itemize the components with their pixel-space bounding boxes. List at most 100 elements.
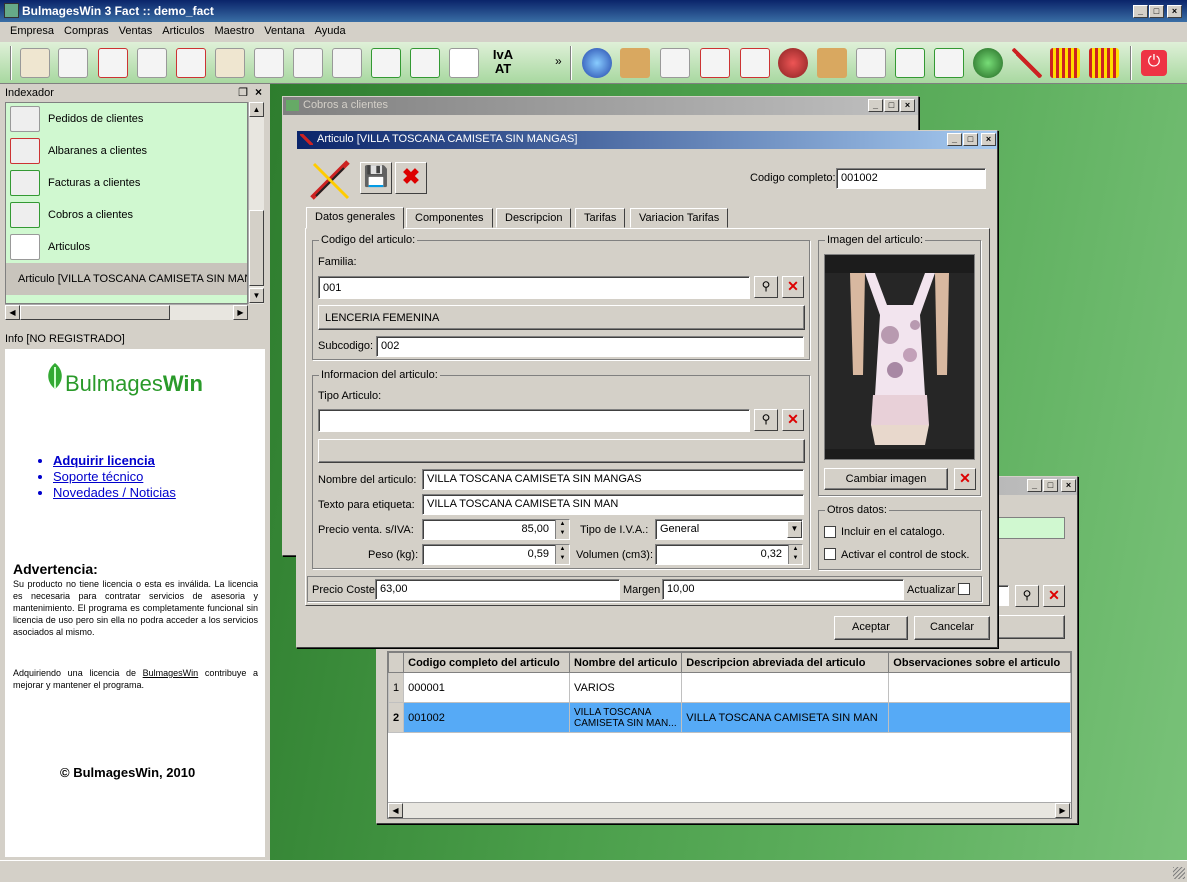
maximize-button[interactable]: □	[963, 133, 978, 146]
maximize-button[interactable]: □	[884, 99, 899, 112]
minimize-button[interactable]: _	[947, 133, 962, 146]
scroll-left-icon[interactable]: ◀	[388, 803, 403, 818]
maximize-button[interactable]: □	[1149, 5, 1164, 18]
tab-componentes[interactable]: Componentes	[406, 208, 493, 228]
tipo-articulo-field[interactable]	[318, 409, 750, 432]
minimize-button[interactable]: _	[1027, 479, 1042, 492]
col-nombre[interactable]: Nombre del articulo	[568, 652, 683, 673]
codigo-completo-field[interactable]: 001002	[836, 168, 986, 189]
doc-tool-icon[interactable]	[740, 48, 770, 78]
doc-tool-icon[interactable]	[254, 48, 284, 78]
precio-field[interactable]: 85,00	[422, 519, 570, 540]
menu-ayuda[interactable]: Ayuda	[310, 22, 351, 40]
table-row[interactable]: 1 000001 VARIOS	[387, 672, 1071, 703]
close-button[interactable]: ×	[1167, 5, 1182, 18]
pencil-icon[interactable]	[1012, 48, 1042, 78]
doc-tool-icon[interactable]	[176, 48, 206, 78]
tab-datos-generales[interactable]: Datos generales	[306, 207, 405, 229]
aceptar-button[interactable]: Aceptar	[834, 616, 908, 640]
clear-familia-button[interactable]: ✕	[782, 276, 804, 298]
grid-hscroll[interactable]: ◀ ▶	[388, 802, 1071, 818]
menu-ventas[interactable]: Ventas	[114, 22, 158, 40]
binoculars-icon[interactable]: ⚲	[754, 276, 778, 298]
doc-tool-icon[interactable]	[98, 48, 128, 78]
adquirir-licencia-link[interactable]: Adquirir licencia	[53, 453, 176, 469]
doc-tool-icon[interactable]	[293, 48, 323, 78]
scroll-thumb[interactable]	[20, 305, 170, 320]
close-button[interactable]: ×	[900, 99, 915, 112]
doc-tool-icon[interactable]	[934, 48, 964, 78]
etiqueta-field[interactable]: VILLA TOSCANA CAMISETA SIN MAN	[422, 494, 804, 515]
coins-down-icon[interactable]	[778, 48, 808, 78]
toolbar-overflow-icon[interactable]: »	[555, 54, 562, 68]
doc-tool-icon[interactable]	[856, 48, 886, 78]
volumen-field[interactable]: 0,32	[655, 544, 803, 565]
familia-field[interactable]: 001	[318, 276, 750, 299]
tipo-name-button[interactable]	[318, 439, 805, 463]
coins-up-icon[interactable]	[973, 48, 1003, 78]
familia-name-button[interactable]: LENCERIA FEMENINA	[318, 305, 805, 330]
binoculars-icon[interactable]: ⚲	[754, 409, 778, 431]
filter-input[interactable]	[997, 585, 1009, 606]
precio-spinner[interactable]: ▲ ▼	[555, 520, 569, 539]
globe-icon[interactable]	[582, 48, 612, 78]
resize-grip-icon[interactable]	[1173, 867, 1185, 879]
stock-checkbox[interactable]	[824, 548, 836, 560]
volumen-spinner[interactable]: ▲ ▼	[788, 545, 802, 564]
close-button[interactable]: ×	[981, 133, 996, 146]
close-button[interactable]: ×	[1061, 479, 1076, 492]
doc-tool-icon[interactable]	[137, 48, 167, 78]
nombre-field[interactable]: VILLA TOSCANA CAMISETA SIN MANGAS	[422, 469, 804, 490]
coste-field[interactable]: 63,00	[375, 579, 620, 600]
peso-spinner[interactable]: ▲ ▼	[555, 545, 569, 564]
doc-tool-icon[interactable]	[660, 48, 690, 78]
chevron-down-icon[interactable]: ▼	[787, 521, 802, 538]
tab-variacion-tarifas[interactable]: Variacion Tarifas	[630, 208, 729, 228]
cancelar-button[interactable]: Cancelar	[914, 616, 990, 640]
maximize-button[interactable]: □	[1043, 479, 1058, 492]
subcodigo-field[interactable]: 002	[376, 336, 804, 357]
doc-tool-icon[interactable]	[410, 48, 440, 78]
cambiar-imagen-button[interactable]: Cambiar imagen	[824, 468, 948, 490]
peso-field[interactable]: 0,59	[422, 544, 570, 565]
doc-tool-icon[interactable]	[371, 48, 401, 78]
iva-select[interactable]: General	[655, 519, 803, 540]
scroll-up-icon[interactable]: ▲	[249, 102, 264, 117]
doc-tool-icon[interactable]	[700, 48, 730, 78]
tab-descripcion[interactable]: Descripcion	[496, 208, 572, 228]
scroll-left-icon[interactable]: ◀	[5, 305, 20, 320]
barcode-icon[interactable]	[1089, 48, 1119, 78]
doc-tool-icon[interactable]	[895, 48, 925, 78]
menu-empresa[interactable]: Empresa	[5, 22, 59, 40]
idx-item-facturas[interactable]: Facturas a clientes	[6, 167, 247, 199]
box-icon[interactable]	[620, 48, 650, 78]
doc-tool-icon[interactable]	[332, 48, 362, 78]
scroll-down-icon[interactable]: ▼	[249, 288, 264, 303]
idx-item-pedidos[interactable]: Pedidos de clientes	[6, 103, 247, 135]
filter-field[interactable]	[997, 517, 1065, 539]
power-icon[interactable]: ⏻	[1141, 50, 1167, 76]
soporte-link[interactable]: Soporte técnico	[53, 469, 176, 485]
scroll-right-icon[interactable]: ▶	[233, 305, 248, 320]
menu-ventana[interactable]: Ventana	[259, 22, 309, 40]
idx-item-albaranes[interactable]: Albaranes a clientes	[6, 135, 247, 167]
doc-tool-icon[interactable]	[215, 48, 245, 78]
col-codigo[interactable]: Codigo completo del articulo	[403, 652, 570, 673]
doc-tool-icon[interactable]	[20, 48, 50, 78]
idx-item-articulo-edit[interactable]: Articulo [VILLA TOSCANA CAMISETA SIN MAN…	[6, 263, 247, 295]
article-tool-icon[interactable]	[449, 48, 479, 78]
clear-tipo-button[interactable]: ✕	[782, 409, 804, 431]
save-button[interactable]: 💾	[360, 162, 392, 194]
clear-button[interactable]: ✕	[1043, 585, 1065, 607]
scroll-right-icon[interactable]: ▶	[1055, 803, 1070, 818]
menu-maestro[interactable]: Maestro	[209, 22, 259, 40]
doc-tool-icon[interactable]	[58, 48, 88, 78]
col-observaciones[interactable]: Observaciones sobre el articulo	[888, 652, 1071, 673]
idx-item-cobros[interactable]: Cobros a clientes	[6, 199, 247, 231]
float-icon[interactable]: ❐	[238, 86, 248, 99]
delete-button[interactable]: ✖	[395, 162, 427, 194]
minimize-button[interactable]: _	[868, 99, 883, 112]
scroll-thumb[interactable]	[249, 210, 264, 286]
novedades-link[interactable]: Novedades / Noticias	[53, 485, 176, 501]
clear-image-button[interactable]: ✕	[954, 468, 976, 490]
